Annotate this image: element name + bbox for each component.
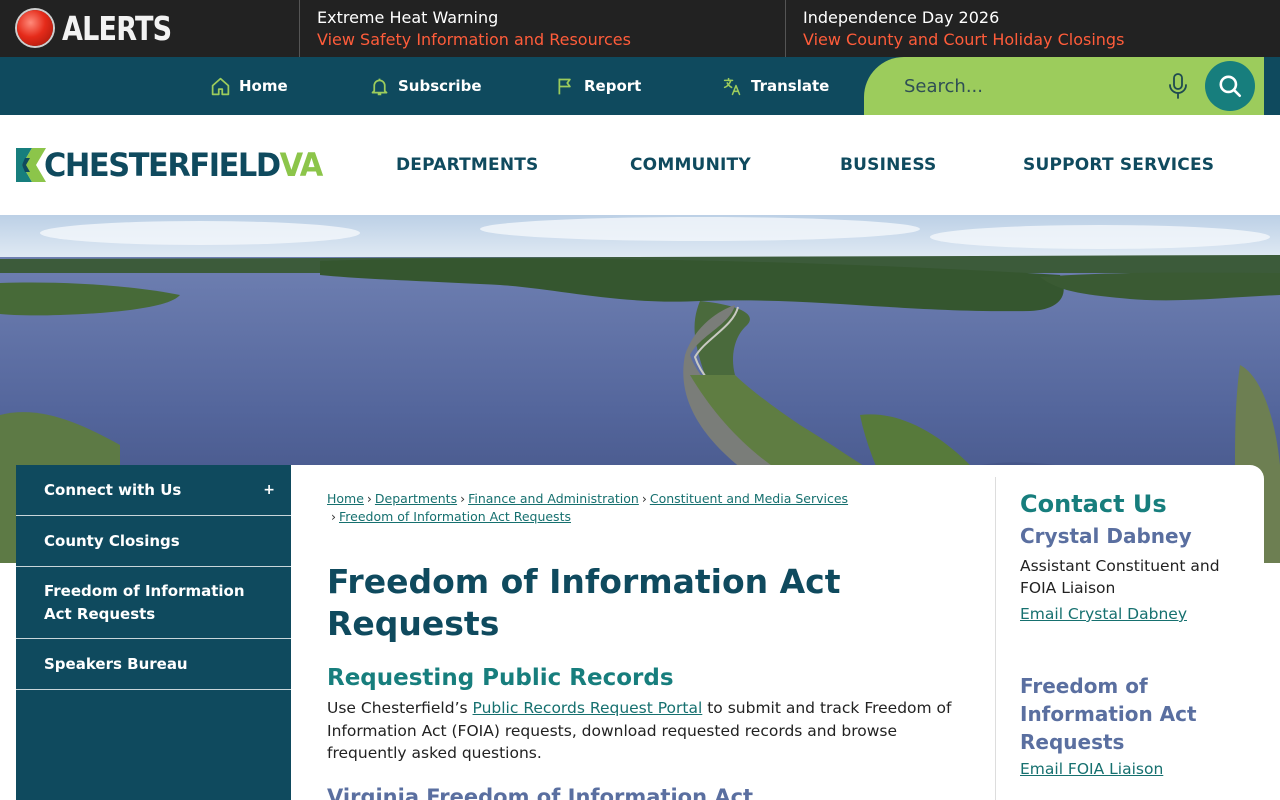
main-content: Home › Departments › Finance and Administrat…	[291, 465, 1264, 800]
logo-main-text: CHESTERFIELD	[44, 146, 281, 184]
sidebar-item-label: Speakers Bureau	[44, 654, 188, 673]
sidebar-item-label: Freedom of Information Act Requests	[44, 581, 245, 623]
content-divider	[995, 477, 996, 800]
paragraph-text: Use Chesterfield’s	[327, 699, 473, 717]
translate-icon	[723, 77, 741, 95]
breadcrumb-separator: ›	[641, 491, 647, 506]
logo-suffix-text: VA	[279, 146, 324, 184]
utility-link-label: Subscribe	[398, 77, 482, 95]
breadcrumb-finance[interactable]: Finance and Administration	[468, 491, 639, 506]
section-title-virginia-foia[interactable]: Virginia Freedom of Information Act	[327, 785, 753, 800]
utility-link-translate[interactable]: Translate	[722, 57, 829, 115]
page-title: Freedom of Information Act Requests	[327, 562, 841, 643]
search-icon	[1219, 75, 1242, 98]
breadcrumb-separator: ›	[331, 509, 336, 524]
nav-community[interactable]: COMMUNITY	[630, 115, 751, 215]
search-button[interactable]	[1205, 61, 1255, 111]
utility-link-subscribe[interactable]: Subscribe	[369, 57, 482, 115]
utility-link-label: Home	[239, 77, 288, 95]
alert-bar: ALERTS Extreme Heat Warning View Safety …	[0, 0, 1280, 57]
section-title-requesting-records: Requesting Public Records	[327, 665, 674, 691]
breadcrumb-departments[interactable]: Departments	[375, 491, 457, 506]
email-contact-link[interactable]: Email Crystal Dabney	[1020, 605, 1187, 623]
contact-foia-heading: Freedom of Information Act Requests	[1020, 674, 1197, 754]
breadcrumb-home[interactable]: Home	[327, 491, 364, 506]
alert-title: Independence Day 2026	[803, 8, 1000, 27]
section-paragraph: Use Chesterfield’s Public Records Reques…	[327, 697, 977, 765]
alert-item-heat: Extreme Heat Warning View Safety Informa…	[301, 0, 786, 57]
search-input[interactable]	[904, 71, 1144, 101]
contact-role: Assistant Constituent and FOIA Liaison	[1020, 557, 1220, 597]
contact-heading: Contact Us	[1020, 490, 1167, 518]
sidebar-item-connect-with-us[interactable]: Connect with Us +	[16, 465, 291, 516]
contact-name: Crystal Dabney	[1020, 524, 1192, 548]
breadcrumb-separator: ›	[366, 491, 372, 506]
home-icon	[211, 77, 230, 95]
sidebar-item-speakers-bureau[interactable]: Speakers Bureau	[16, 639, 291, 690]
sidebar-item-county-closings[interactable]: County Closings	[16, 516, 291, 567]
sidebar-item-foia-requests[interactable]: Freedom of Information Act Requests	[16, 567, 291, 639]
utility-link-report[interactable]: Report	[555, 57, 641, 115]
nav-support-services[interactable]: SUPPORT SERVICES	[1023, 115, 1214, 215]
site-header: CHESTERFIELDVA DEPARTMENTS COMMUNITY BUS…	[0, 115, 1280, 215]
nav-business[interactable]: BUSINESS	[840, 115, 937, 215]
alerts-label: ALERTS	[62, 9, 172, 48]
logo-text: CHESTERFIELDVA	[44, 146, 324, 184]
utility-link-home[interactable]: Home	[210, 57, 288, 115]
utility-link-label: Translate	[751, 77, 830, 95]
alert-title: Extreme Heat Warning	[317, 8, 499, 27]
public-records-portal-link[interactable]: Public Records Request Portal	[473, 699, 703, 717]
breadcrumb-foia[interactable]: Freedom of Information Act Requests	[339, 509, 571, 524]
flag-icon	[558, 78, 571, 94]
alert-link[interactable]: View County and Court Holiday Closings	[803, 30, 1124, 49]
site-logo[interactable]: CHESTERFIELDVA	[16, 146, 336, 184]
sidebar-nav: Connect with Us + County Closings Freedo…	[16, 465, 291, 800]
sidebar-item-label: Connect with Us	[44, 480, 182, 499]
logo-mark-icon	[16, 148, 46, 182]
alerts-brand[interactable]: ALERTS	[0, 0, 300, 57]
nav-departments[interactable]: DEPARTMENTS	[396, 115, 539, 215]
bell-icon	[371, 78, 388, 95]
breadcrumb: Home › Departments › Finance and Administrat…	[327, 490, 967, 526]
sidebar-item-label: County Closings	[44, 531, 180, 550]
alert-siren-icon	[17, 10, 53, 46]
search-bar	[864, 57, 1264, 115]
alert-item-holiday: Independence Day 2026 View County and Co…	[787, 0, 1280, 57]
alert-link[interactable]: View Safety Information and Resources	[317, 30, 631, 49]
email-foia-liaison-link[interactable]: Email FOIA Liaison	[1020, 760, 1163, 778]
breadcrumb-separator: ›	[460, 491, 466, 506]
breadcrumb-constituent[interactable]: Constituent and Media Services	[650, 491, 848, 506]
expand-icon[interactable]: +	[263, 479, 275, 502]
utility-link-label: Report	[584, 77, 642, 95]
microphone-icon[interactable]	[1166, 72, 1190, 100]
